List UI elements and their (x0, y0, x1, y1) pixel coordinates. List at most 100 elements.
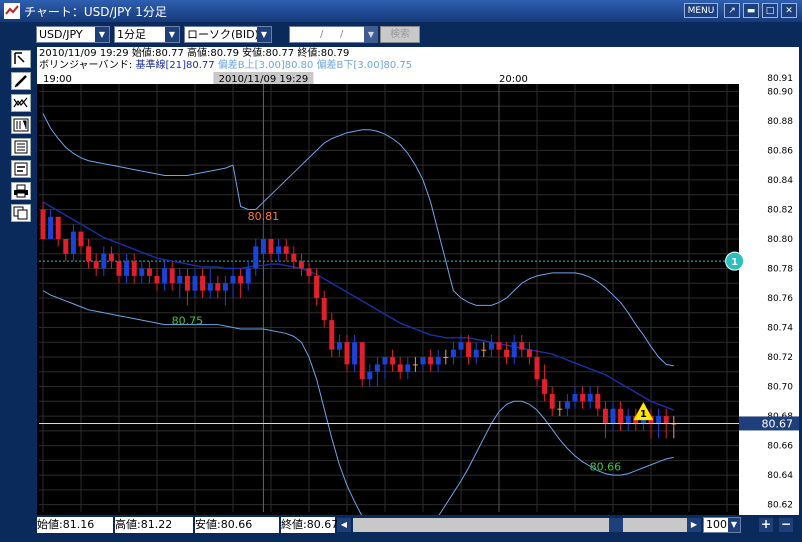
candle (238, 275, 244, 284)
candle (450, 349, 456, 358)
candle (405, 364, 411, 372)
timeframe-select[interactable]: 1分足 ▼ (114, 26, 180, 43)
pencil-icon[interactable] (11, 72, 31, 90)
candle (260, 238, 266, 254)
pair-select[interactable]: USD/JPY ▼ (36, 26, 110, 43)
candle (207, 283, 213, 291)
copy-icon[interactable] (11, 204, 31, 222)
candle (124, 261, 130, 276)
candle (93, 261, 99, 269)
time-label: 19:00 (43, 74, 72, 85)
info-bar: 2010/11/09 19:29 始値:80.77 高値:80.79 安値:80… (37, 47, 799, 72)
y-tick-label: 80.90 (767, 87, 793, 97)
candle (48, 216, 54, 239)
bollinger-lower-value: 偏差B下[3.00]80.75 (316, 60, 413, 71)
bollinger-info: ボリンジャーバンド: 基準線[21]80.77 偏差B上[3.00]80.80 … (39, 60, 412, 72)
candle (488, 342, 494, 350)
candle (146, 268, 152, 276)
numbers-icon[interactable] (11, 116, 31, 134)
candle (108, 253, 114, 262)
candle (618, 408, 624, 424)
left-toolbar (8, 48, 34, 528)
price-chart[interactable]: 80.90 80.88 80.86 80.84 80.82 80.80 80.78 80.76… (37, 72, 799, 542)
scroll-right-icon[interactable]: ▶ (687, 518, 701, 532)
candle (435, 357, 441, 365)
y-tick-label: 80.82 (767, 205, 793, 215)
candle (344, 342, 350, 365)
candle (473, 349, 479, 358)
candle (504, 349, 510, 358)
chart-area[interactable]: 80.90 80.88 80.86 80.84 80.82 80.80 80.78 80.76… (37, 72, 799, 542)
list-icon[interactable] (11, 138, 31, 156)
y-tick-label: 80.72 (767, 353, 793, 363)
pin-icon[interactable]: ↗ (724, 3, 740, 18)
search-button[interactable]: 検索 (380, 26, 420, 43)
chevron-down-icon: ▼ (95, 27, 109, 42)
window-title: チャート：USD/JPY 1分足 (24, 5, 167, 19)
ohlc-info: 2010/11/09 19:29 始値:80.77 高値:80.79 安値:80… (39, 48, 350, 59)
candle (466, 342, 472, 358)
title-bar: チャート：USD/JPY 1分足 MENU ▾ ↗ ▬ □ ✕ (0, 0, 802, 31)
candle (412, 364, 418, 366)
settings-icon[interactable] (11, 160, 31, 178)
date-dropdown-icon[interactable]: ▼ (364, 26, 378, 43)
candle (549, 393, 555, 409)
zoom-out-icon[interactable]: − (779, 518, 793, 532)
candle (526, 349, 532, 358)
candle (587, 393, 593, 402)
indicator-icon[interactable] (11, 94, 31, 112)
y-tick-label: 80.78 (767, 264, 793, 274)
print-icon[interactable] (11, 182, 31, 200)
scroll-thumb[interactable] (609, 518, 623, 532)
zoom-in-icon[interactable]: + (759, 518, 773, 532)
chevron-down-icon: ▼ (728, 518, 740, 532)
candle (314, 275, 320, 298)
candle (572, 393, 578, 402)
candle (519, 342, 525, 350)
status-open: 始値:81.16 (37, 517, 113, 533)
marker-label: 1 (731, 257, 738, 268)
candle (154, 275, 160, 284)
candle (443, 357, 449, 359)
candle (298, 261, 304, 269)
status-close: 終値:80.67 (281, 517, 339, 533)
candle (428, 357, 434, 365)
bollinger-mid-value: 基準線[21]80.77 (135, 60, 215, 71)
candle (602, 408, 608, 424)
candle (580, 393, 586, 402)
candle (200, 275, 206, 291)
candle (162, 268, 168, 284)
price-annotation: 80.75 (172, 315, 204, 328)
y-tick-label: 80.80 (767, 235, 793, 245)
candle (496, 342, 502, 350)
zoom-select[interactable]: 100 ▼ (703, 517, 741, 533)
candle (306, 268, 312, 276)
candle (367, 371, 373, 380)
candle (329, 320, 335, 350)
candle (542, 379, 548, 394)
candle (359, 342, 365, 380)
chart-kind-select[interactable]: ローソク(BID) ▼ (184, 26, 272, 43)
horizontal-scrollbar[interactable] (353, 518, 687, 532)
candle (610, 408, 616, 424)
candle (595, 393, 601, 409)
candle (139, 268, 145, 276)
maximize-icon[interactable]: □ (762, 3, 778, 18)
candle (321, 298, 327, 321)
scroll-left-icon[interactable]: ◀ (337, 518, 351, 532)
y-tick-label: 80.76 (767, 294, 793, 304)
candle (276, 246, 282, 254)
minimize-icon[interactable]: ▬ (743, 3, 759, 18)
candle (352, 342, 358, 365)
candle (458, 342, 464, 350)
menu-button[interactable]: MENU ▾ (684, 3, 718, 31)
status-bar: 始値:81.16 高値:81.22 安値:80.66 終値:80.67 ◀ ▶ … (37, 515, 802, 537)
chart-background (37, 72, 799, 515)
candle (245, 268, 251, 284)
candle (382, 357, 388, 365)
candle (291, 253, 297, 262)
cursor-tool-icon[interactable] (11, 50, 31, 68)
date-input[interactable]: / / (289, 26, 365, 43)
close-icon[interactable]: ✕ (781, 3, 797, 18)
bollinger-name: ボリンジャーバンド: (39, 60, 133, 71)
